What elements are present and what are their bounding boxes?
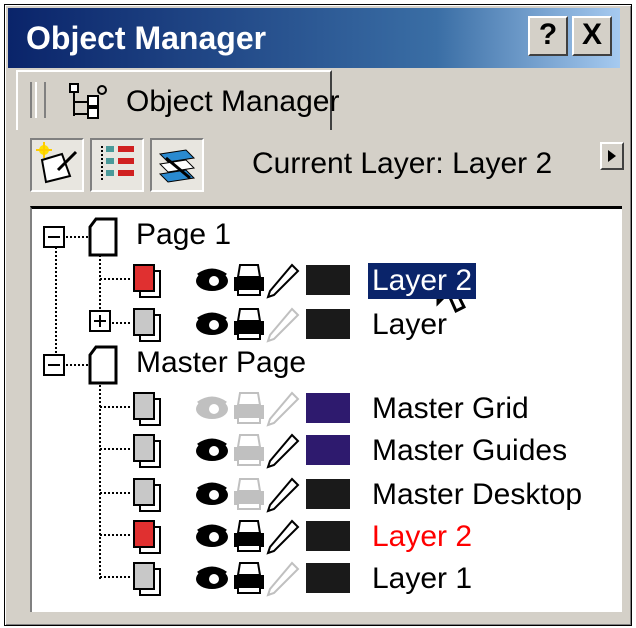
layer-color-swatch[interactable] [306,309,350,339]
tab-object-manager[interactable]: Object Manager [16,70,339,130]
pencil-icon[interactable] [264,517,304,557]
layer-label[interactable]: Layer 2 [368,263,477,299]
layer-icon [133,562,161,596]
layer-icon [133,308,161,342]
object-tree-icon [69,83,107,119]
show-properties-icon [101,146,134,182]
layer-label[interactable]: Layer 1 [372,561,472,597]
flyout-menu-button[interactable] [600,142,624,170]
layer-color-swatch[interactable] [306,563,350,593]
pencil-icon[interactable] [264,389,304,429]
page-icon [88,217,118,257]
collapse-icon[interactable] [42,223,72,253]
visibility-eye-icon[interactable] [194,389,234,429]
visibility-eye-icon[interactable] [194,559,234,599]
new-layer-icon [36,142,78,184]
layer-icon [133,434,161,468]
layer-color-swatch[interactable] [306,265,350,295]
layer-tree-panel[interactable]: Page 1 Master Page Layer 2 Layer Master Gr… [30,206,622,612]
layer-label[interactable]: Layer 2 [372,519,472,555]
visibility-eye-icon[interactable] [194,475,234,515]
layer-color-swatch[interactable] [306,521,350,551]
grip-handle[interactable] [30,82,46,118]
visibility-eye-icon[interactable] [194,261,234,301]
window-title: Object Manager [26,20,267,56]
visibility-eye-icon[interactable] [194,431,234,471]
chevron-right-icon [608,150,616,162]
layer-icon [133,478,161,512]
visibility-eye-icon[interactable] [194,517,234,557]
layer-color-swatch[interactable] [306,435,350,465]
layer-label[interactable]: Master Grid [372,391,529,427]
pencil-icon[interactable] [264,559,304,599]
layer-label[interactable]: Master Guides [372,433,567,469]
pencil-icon[interactable] [264,261,304,301]
master-page-label[interactable]: Master Page [136,345,306,381]
layer-manager-view-button[interactable] [90,138,144,192]
edit-across-layers-icon [158,149,196,183]
current-layer-label: Current Layer: Layer 2 [252,147,553,180]
layer-icon [133,520,161,554]
page-icon [88,345,118,385]
layer-icon [133,264,161,298]
layer-label[interactable]: Master Desktop [372,477,582,513]
collapse-icon[interactable] [42,351,72,381]
close-button[interactable]: X [572,16,612,56]
layer-label[interactable]: Layer [372,307,447,343]
expand-icon[interactable] [88,309,116,337]
pencil-icon[interactable] [264,475,304,515]
page-label[interactable]: Page 1 [136,217,231,253]
new-layer-button[interactable] [30,138,84,192]
title-bar[interactable]: Object Manager ? X [8,8,620,68]
toolbar: Current Layer: Layer 2 [16,132,624,206]
pencil-icon[interactable] [264,431,304,471]
visibility-eye-icon[interactable] [194,305,234,345]
layer-icon [133,392,161,426]
help-button[interactable]: ? [528,16,568,56]
pencil-icon[interactable] [264,305,304,345]
edit-across-layers-button[interactable] [150,138,204,192]
layer-color-swatch[interactable] [306,479,350,509]
layer-color-swatch[interactable] [306,393,350,423]
tab-label: Object Manager [126,85,340,118]
